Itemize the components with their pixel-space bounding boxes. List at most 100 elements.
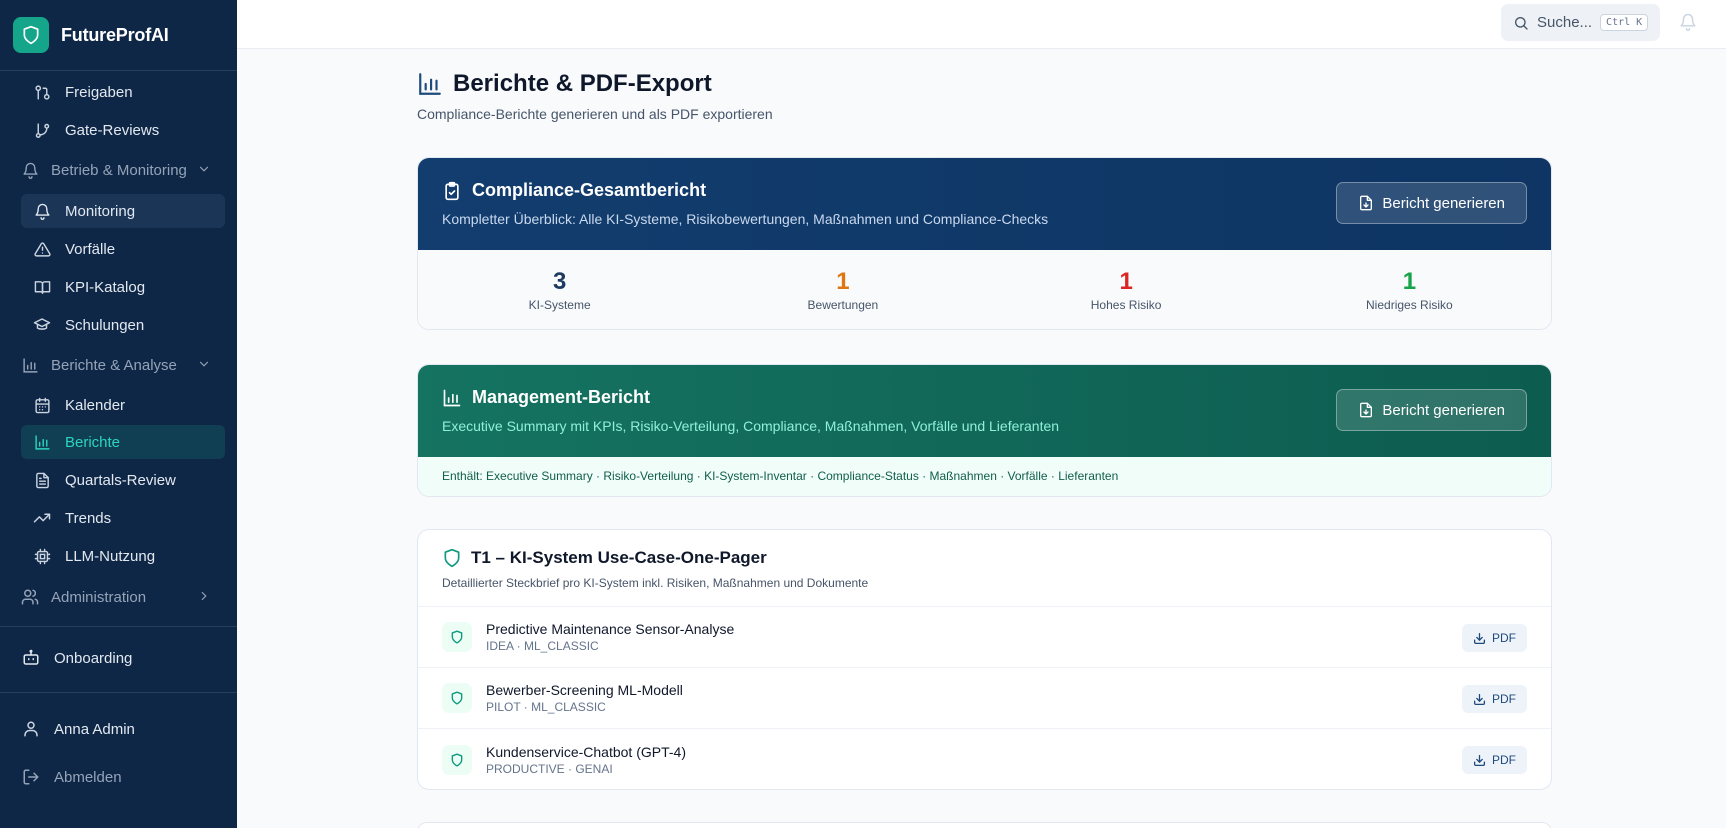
bar-chart-icon <box>417 71 443 97</box>
bar-chart-icon <box>442 388 462 408</box>
sidebar-item-berichte[interactable]: Berichte <box>21 425 225 459</box>
sidebar-item-kalender[interactable]: Kalender <box>21 388 225 422</box>
shield-logo-icon <box>13 17 49 53</box>
users-icon <box>21 588 39 606</box>
sidebar-divider <box>0 692 237 693</box>
pdf-download-button[interactable]: PDF <box>1462 685 1527 713</box>
download-icon <box>1473 754 1486 767</box>
bot-icon <box>22 649 40 667</box>
calendar-icon <box>33 396 51 414</box>
stat-hohes-risiko: 1 Hohes Risiko <box>985 250 1268 329</box>
stat-value: 3 <box>552 268 567 295</box>
bar-chart-icon <box>21 356 39 374</box>
notification-bell-icon[interactable] <box>1679 13 1697 36</box>
topbar: Suche... Ctrl K <box>237 0 1726 49</box>
brand[interactable]: FutureProfAI <box>0 0 237 71</box>
pdf-label: PDF <box>1492 692 1516 706</box>
search-input[interactable]: Suche... Ctrl K <box>1501 4 1660 41</box>
clipboard-check-icon <box>442 181 462 201</box>
compliance-report-title-text: Compliance-Gesamtbericht <box>472 180 707 200</box>
sidebar-item-label: Onboarding <box>54 649 133 667</box>
log-out-icon <box>22 768 40 786</box>
chevron-down-icon <box>197 162 211 180</box>
one-pager-header: T1 – KI-System Use-Case-One-Pager Detail… <box>418 530 1551 607</box>
sidebar-item-label: Schulungen <box>65 316 145 334</box>
shield-icon <box>442 683 472 713</box>
sidebar-item-trends[interactable]: Trends <box>21 501 225 535</box>
generate-management-report-button[interactable]: Bericht generieren <box>1336 389 1527 431</box>
sidebar-group-administration[interactable]: Administration <box>21 580 225 614</box>
git-branch-icon <box>33 121 51 139</box>
brand-name: FutureProfAI <box>61 24 169 45</box>
book-icon <box>33 278 51 296</box>
sidebar-group-betrieb-monitoring[interactable]: Betrieb & Monitoring <box>21 153 225 187</box>
pdf-label: PDF <box>1492 753 1516 767</box>
sidebar-item-freigaben[interactable]: Freigaben <box>21 75 225 109</box>
sidebar-item-kpi-katalog[interactable]: KPI-Katalog <box>21 270 225 304</box>
shield-icon <box>442 744 472 775</box>
compliance-report-header: Compliance-Gesamtbericht Kompletter Über… <box>418 158 1551 250</box>
user-profile[interactable]: Anna Admin <box>22 720 135 738</box>
sidebar-item-label: LLM-Nutzung <box>65 547 156 565</box>
sidebar-item-quartals-review[interactable]: Quartals-Review <box>21 463 225 497</box>
sidebar-item-monitoring[interactable]: Monitoring <box>21 194 225 228</box>
ki-system-row: Kundenservice-Chatbot (GPT-4) PRODUCTIVE… <box>418 729 1551 789</box>
download-icon <box>1473 632 1486 645</box>
stat-value: 1 <box>1119 268 1133 295</box>
ki-system-row: Predictive Maintenance Sensor-Analyse ID… <box>418 607 1551 668</box>
search-icon <box>1513 15 1529 31</box>
ki-system-meta: PRODUCTIVE · GENAI <box>486 761 613 776</box>
sidebar-item-label: KPI-Katalog <box>65 278 146 296</box>
stat-label: Niedriges Risiko <box>1366 298 1453 312</box>
search-placeholder: Suche... <box>1537 14 1593 31</box>
stat-value: 1 <box>836 268 850 295</box>
stat-label: KI-Systeme <box>528 298 591 312</box>
pdf-download-button[interactable]: PDF <box>1462 746 1527 774</box>
cpu-icon <box>33 547 51 565</box>
alert-triangle-icon <box>33 240 51 258</box>
sidebar-item-label: Kalender <box>65 396 126 414</box>
file-download-icon <box>1358 195 1374 211</box>
page-title: Berichte & PDF-Export <box>417 70 712 98</box>
chevron-down-icon <box>197 357 211 375</box>
one-pager-description: Detaillierter Steckbrief pro KI-System i… <box>442 576 869 590</box>
ki-system-name: Kundenservice-Chatbot (GPT-4) <box>486 743 686 760</box>
generate-compliance-report-button[interactable]: Bericht generieren <box>1336 182 1527 224</box>
sidebar-item-label: Gate-Reviews <box>65 121 160 139</box>
ki-system-meta: IDEA · ML_CLASSIC <box>486 639 599 653</box>
sidebar-item-llm-nutzung[interactable]: LLM-Nutzung <box>21 539 225 573</box>
sidebar-item-gate-reviews[interactable]: Gate-Reviews <box>21 113 225 147</box>
sidebar-divider <box>0 626 237 627</box>
ki-system-name: Predictive Maintenance Sensor-Analyse <box>486 621 735 637</box>
sidebar-group-berichte-analyse[interactable]: Berichte & Analyse <box>21 348 225 382</box>
sidebar-item-label: Freigaben <box>65 83 133 101</box>
user-icon <box>22 720 40 738</box>
sidebar-item-onboarding[interactable]: Onboarding <box>22 649 132 667</box>
pdf-download-button[interactable]: PDF <box>1462 624 1527 652</box>
stat-niedriges-risiko: 1 Niedriges Risiko <box>1268 250 1551 329</box>
sidebar-item-label: Trends <box>65 509 112 527</box>
management-report-contents: Enthält: Executive Summary · Risiko-Vert… <box>418 457 1551 496</box>
graduation-cap-icon <box>33 316 51 334</box>
button-label: Bericht generieren <box>1382 194 1505 212</box>
user-name: Anna Admin <box>54 720 135 738</box>
shield-icon <box>442 622 472 652</box>
ki-system-row: Bewerber-Screening ML-Modell PILOT · ML_… <box>418 668 1551 729</box>
ki-system-name: Bewerber-Screening ML-Modell <box>486 682 683 698</box>
logout-label: Abmelden <box>54 768 122 786</box>
stat-label: Bewertungen <box>807 298 879 312</box>
logout-button[interactable]: Abmelden <box>22 768 122 786</box>
button-label: Bericht generieren <box>1382 401 1505 419</box>
sidebar-group-label: Betrieb & Monitoring <box>51 161 187 179</box>
sidebar-item-vorfaelle[interactable]: Vorfälle <box>21 232 225 266</box>
stat-bewertungen: 1 Bewertungen <box>701 250 984 329</box>
download-icon <box>1473 693 1486 706</box>
bell-icon <box>21 161 39 179</box>
one-pager-title: T1 – KI-System Use-Case-One-Pager <box>442 548 1527 568</box>
sidebar-item-label: Monitoring <box>65 202 136 220</box>
stat-value: 1 <box>1402 268 1417 295</box>
sidebar-item-schulungen[interactable]: Schulungen <box>21 308 225 342</box>
chevron-right-icon <box>197 589 211 607</box>
bar-chart-icon <box>33 433 51 451</box>
sidebar-group-label: Administration <box>51 588 147 606</box>
